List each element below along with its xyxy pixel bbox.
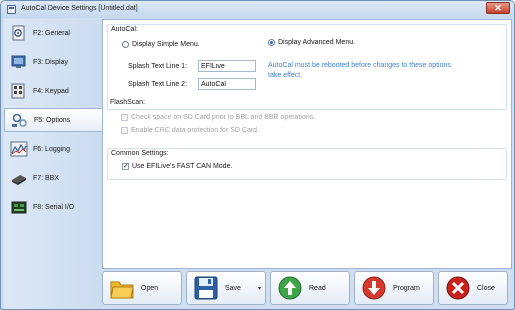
splash-line-1-label: Splash Text Line 1: (128, 63, 188, 70)
save-label: Save (225, 284, 241, 292)
fast-can-checkbox[interactable]: ✓ Use EFILive's FAST CAN Mode. (122, 163, 232, 170)
sidebar-item-display[interactable]: F3: Display (4, 50, 102, 74)
sidebar-item-bbx[interactable]: F7: BBX (4, 166, 102, 190)
sidebar-item-options[interactable]: F5: Options (4, 108, 102, 132)
reboot-note: AutoCal must be rebooted before changes … (268, 62, 451, 79)
splash-line-2-input[interactable] (198, 78, 256, 90)
crc-protection-label: Enable CRC data protection for SD Card. (131, 127, 260, 134)
check-space-label: Check space on SD Card prior to BBL and … (131, 114, 316, 121)
save-button[interactable]: Save ▾ (186, 271, 266, 305)
save-dropdown-arrow[interactable]: ▾ (258, 285, 261, 292)
sidebar-item-label: F8: Serial I/O (33, 203, 75, 211)
simple-menu-radio[interactable]: Display Simple Menu. (122, 41, 200, 48)
close-label: Close (477, 284, 495, 292)
close-x-icon (445, 275, 471, 301)
sidebar-item-logging[interactable]: F6: Logging (4, 137, 102, 161)
splash-line-1-input[interactable] (198, 60, 256, 72)
settings-window: AutoCal Device Settings [Untitled.dat] ✕… (0, 0, 515, 310)
sidebar-item-label: F3: Display (33, 58, 69, 66)
serial-board-icon (10, 199, 28, 215)
read-label: Read (309, 284, 326, 292)
sidebar: F2: General F3: Display F4: Keypad F5: O… (4, 19, 102, 309)
bbx-chip-icon (10, 170, 28, 186)
simple-menu-label: Display Simple Menu. (132, 41, 200, 48)
read-arrow-up-icon (277, 275, 303, 301)
checkbox[interactable] (121, 114, 128, 121)
logging-chart-icon (10, 141, 28, 157)
common-settings-section: Common Settings: ✓ Use EFILive's FAST CA… (107, 148, 507, 180)
window-close-button[interactable]: ✕ (486, 2, 510, 14)
bottom-toolbar: Open Save ▾ Read Program Close (102, 269, 512, 309)
open-label: Open (141, 284, 159, 292)
options-panel: AutoCal: Display Simple Menu. Display Ad… (102, 19, 512, 269)
keypad-icon (10, 83, 28, 99)
sidebar-item-general[interactable]: F2: General (4, 21, 102, 45)
fast-can-label: Use EFILive's FAST CAN Mode. (132, 163, 233, 170)
floppy-disk-icon (193, 275, 219, 301)
check-space-checkbox[interactable]: Check space on SD Card prior to BBL and … (121, 114, 315, 121)
flashscan-section: FlashScan: Check space on SD Card prior … (107, 98, 507, 144)
sidebar-item-label: F4: Keypad (33, 87, 69, 95)
sidebar-item-label: F5: Options (34, 116, 71, 124)
sidebar-item-keypad[interactable]: F4: Keypad (4, 79, 102, 103)
program-arrow-down-icon (361, 275, 387, 301)
window-title: AutoCal Device Settings [Untitled.dat] (21, 5, 138, 12)
sidebar-item-label: F2: General (33, 29, 70, 37)
gear-document-icon (10, 25, 28, 41)
title-bar: AutoCal Device Settings [Untitled.dat] ✕ (1, 1, 514, 18)
splash-line-2-label: Splash Text Line 2: (128, 81, 188, 88)
options-icon (11, 112, 29, 128)
close-button[interactable]: Close (438, 271, 508, 305)
checkbox-checked[interactable]: ✓ (122, 163, 129, 170)
display-icon (10, 54, 28, 70)
read-button[interactable]: Read (270, 271, 350, 305)
advanced-menu-label: Display Advanced Menu. (278, 39, 356, 46)
radio-button[interactable] (122, 41, 129, 48)
folder-icon (109, 275, 135, 301)
sidebar-item-serial-io[interactable]: F8: Serial I/O (4, 195, 102, 219)
open-button[interactable]: Open (102, 271, 182, 305)
checkbox[interactable] (121, 127, 128, 134)
sidebar-item-label: F7: BBX (33, 174, 60, 182)
common-settings-title: Common Settings: (111, 150, 169, 157)
program-label: Program (393, 284, 420, 292)
sidebar-item-label: F6: Logging (33, 145, 70, 153)
autocal-section-title: AutoCal: (111, 26, 138, 33)
advanced-menu-radio[interactable]: Display Advanced Menu. (268, 39, 355, 46)
program-button[interactable]: Program (354, 271, 434, 305)
flashscan-section-title: FlashScan: (110, 99, 146, 106)
app-icon (7, 5, 16, 14)
radio-button[interactable] (268, 39, 275, 46)
crc-protection-checkbox[interactable]: Enable CRC data protection for SD Card. (121, 127, 259, 134)
